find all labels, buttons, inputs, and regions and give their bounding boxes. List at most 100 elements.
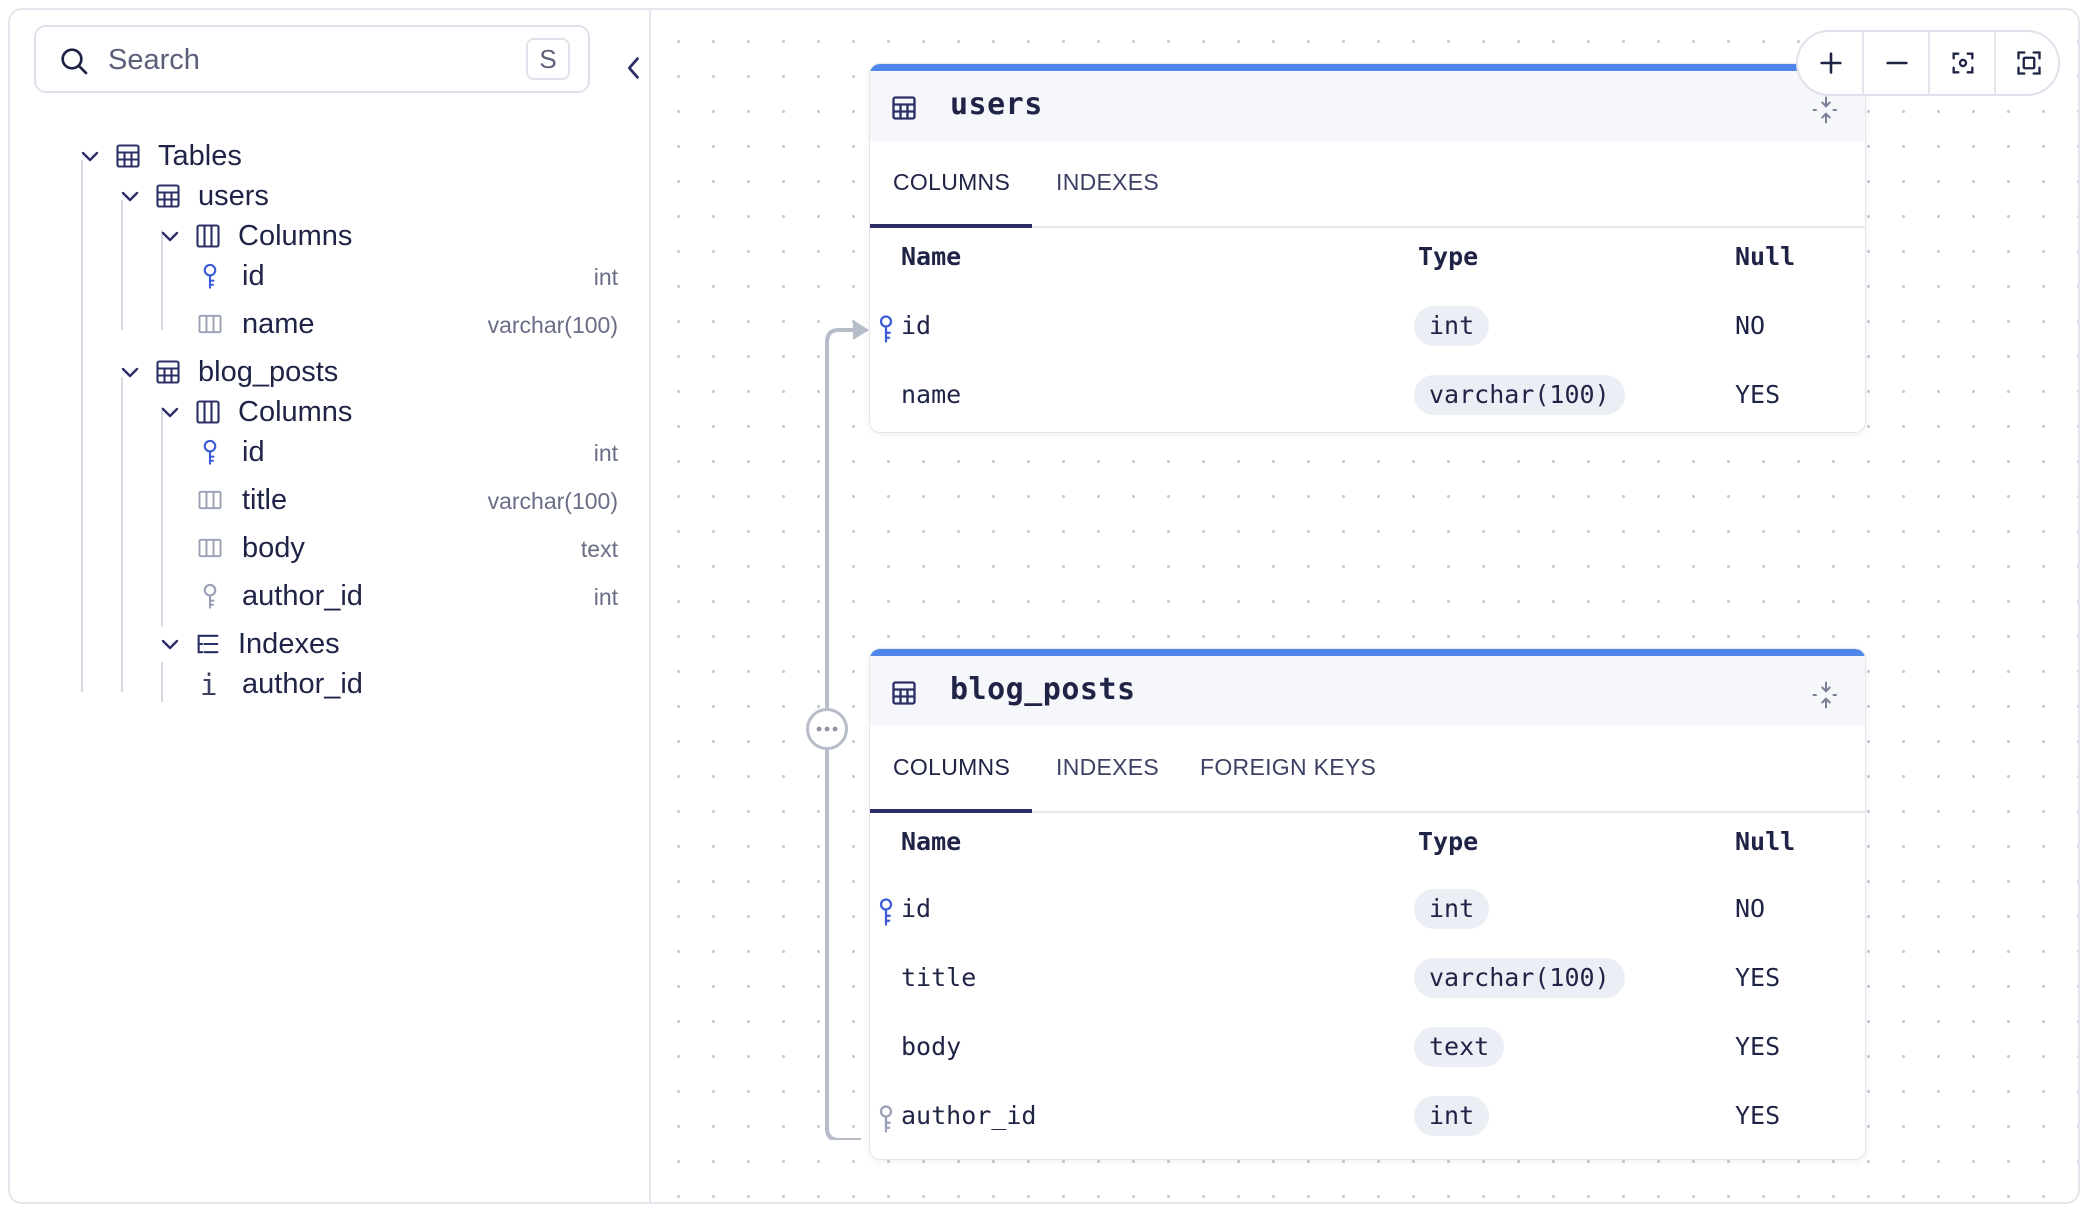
- tree-node-column[interactable]: id int: [10, 432, 640, 472]
- tree-node-blog-posts[interactable]: blog_posts: [10, 352, 640, 392]
- search-input[interactable]: [106, 37, 510, 83]
- column-header-name: Name: [901, 827, 962, 856]
- tree-label: Columns: [238, 396, 353, 428]
- tree-node-column[interactable]: name varchar(100): [10, 304, 640, 344]
- focus-center-button[interactable]: [1930, 32, 1996, 94]
- table-grid-icon: [116, 144, 140, 168]
- row-column-type: text: [1414, 1027, 1505, 1067]
- tree-label: Tables: [158, 140, 242, 172]
- row-column-type: varchar(100): [1414, 375, 1625, 415]
- tab-columns[interactable]: COLUMNS: [893, 169, 1010, 196]
- tree-node-blog-posts-columns[interactable]: Columns: [10, 392, 640, 432]
- row-column-name: id: [901, 894, 932, 923]
- tree-label: users: [198, 180, 269, 212]
- row-column-null: YES: [1735, 1101, 1781, 1130]
- tree-node-tables[interactable]: Tables: [10, 136, 640, 176]
- primary-key-icon: [879, 315, 893, 343]
- card-accent-bar: [870, 64, 1865, 71]
- zoom-controls: [1796, 30, 2060, 96]
- tree-label: blog_posts: [198, 356, 339, 388]
- tree-label: Columns: [238, 220, 353, 252]
- column-name: title: [242, 484, 288, 516]
- row-column-null: YES: [1735, 963, 1781, 992]
- zoom-in-button[interactable]: [1798, 32, 1864, 94]
- row-column-name: body: [901, 1032, 962, 1061]
- chevron-down-icon[interactable]: [158, 632, 182, 656]
- tab-foreign-keys[interactable]: FOREIGN KEYS: [1200, 754, 1376, 781]
- column-name: id: [242, 436, 265, 468]
- column-type: int: [593, 584, 618, 610]
- tab-indexes[interactable]: INDEXES: [1056, 169, 1159, 196]
- column-type: int: [593, 264, 618, 290]
- zoom-out-button[interactable]: [1864, 32, 1930, 94]
- collapse-sidebar-icon[interactable]: [620, 54, 648, 82]
- row-column-name: author_id: [901, 1101, 1037, 1130]
- table-grid-icon: [892, 681, 916, 705]
- column-header-name: Name: [901, 242, 962, 271]
- column-type: varchar(100): [487, 312, 618, 338]
- chevron-down-icon[interactable]: [118, 184, 142, 208]
- tree-node-index[interactable]: i author_id: [10, 664, 640, 704]
- card-title: blog_posts: [950, 672, 1136, 707]
- tree-node-column[interactable]: title varchar(100): [10, 480, 640, 520]
- tree-node-column[interactable]: author_id int: [10, 576, 640, 616]
- columns-icon: [196, 400, 220, 424]
- row-column-name: name: [901, 380, 962, 409]
- tree-node-users[interactable]: users: [10, 176, 640, 216]
- table-card-users[interactable]: users COLUMNS INDEXES Name Type Null id …: [870, 64, 1865, 432]
- column-icon: [198, 538, 222, 558]
- chevron-down-icon[interactable]: [158, 224, 182, 248]
- foreign-key-icon: [879, 1105, 893, 1133]
- sidebar: S Tables users: [10, 10, 651, 1202]
- table-grid-icon: [156, 184, 180, 208]
- row-column-name: id: [901, 311, 932, 340]
- row-column-null: YES: [1735, 1032, 1781, 1061]
- active-tab-indicator: [870, 224, 1032, 228]
- foreign-key-icon: [203, 583, 217, 609]
- primary-key-icon: [203, 263, 217, 289]
- table-grid-icon: [156, 360, 180, 384]
- card-accent-bar: [870, 649, 1865, 656]
- tab-columns[interactable]: COLUMNS: [893, 754, 1010, 781]
- column-name: body: [242, 532, 305, 564]
- tab-indexes[interactable]: INDEXES: [1056, 754, 1159, 781]
- chevron-down-icon[interactable]: [118, 360, 142, 384]
- fit-screen-icon: [2017, 51, 2041, 75]
- column-name: name: [242, 308, 315, 340]
- column-icon: [198, 490, 222, 510]
- index-info-icon: i: [200, 668, 218, 702]
- tree-node-column[interactable]: body text: [10, 528, 640, 568]
- column-name: id: [242, 260, 265, 292]
- relationship-handle[interactable]: [806, 708, 848, 750]
- diagram-canvas[interactable]: users COLUMNS INDEXES Name Type Null id …: [651, 10, 2078, 1202]
- search-box[interactable]: S: [34, 25, 590, 93]
- row-column-null: NO: [1735, 894, 1766, 923]
- row-column-type: int: [1414, 1096, 1490, 1136]
- index-name: author_id: [242, 668, 363, 700]
- row-column-name: title: [901, 963, 977, 992]
- search-shortcut-badge: S: [526, 38, 570, 80]
- row-column-null: YES: [1735, 380, 1781, 409]
- chevron-down-icon[interactable]: [78, 144, 102, 168]
- column-type: text: [580, 536, 618, 562]
- chevron-down-icon[interactable]: [158, 400, 182, 424]
- primary-key-icon: [203, 439, 217, 465]
- tree-node-indexes[interactable]: Indexes: [10, 624, 640, 664]
- columns-icon: [196, 224, 220, 248]
- fit-view-button[interactable]: [1996, 32, 2058, 94]
- app-window: S Tables users: [8, 8, 2080, 1204]
- card-tabs: COLUMNS INDEXES FOREIGN KEYS: [870, 726, 1865, 813]
- row-column-null: NO: [1735, 311, 1766, 340]
- active-tab-indicator: [870, 809, 1032, 813]
- column-header-null: Null: [1735, 827, 1796, 856]
- card-header[interactable]: users: [870, 71, 1865, 141]
- collapse-card-icon[interactable]: [1811, 95, 1841, 125]
- collapse-card-icon[interactable]: [1811, 680, 1841, 710]
- card-header[interactable]: blog_posts: [870, 656, 1865, 726]
- tree-node-column[interactable]: id int: [10, 256, 640, 296]
- table-card-blog-posts[interactable]: blog_posts COLUMNS INDEXES FOREIGN KEYS …: [870, 649, 1865, 1159]
- column-header-type: Type: [1418, 827, 1479, 856]
- column-icon: [198, 314, 222, 334]
- tree-node-users-columns[interactable]: Columns: [10, 216, 640, 256]
- table-grid-icon: [892, 96, 916, 120]
